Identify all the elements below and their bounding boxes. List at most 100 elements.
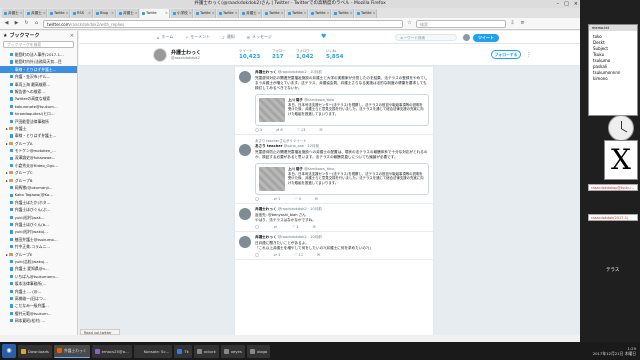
quoted-tweet[interactable]: 上川 陽子 @Kamikawa_Yoko 本日、日本司法支援センター(法テラス)を…	[255, 163, 429, 195]
taskbar-item[interactable]: 弁護士わっく	[53, 344, 90, 358]
bookmark-star-icon[interactable]: ☆	[406, 20, 413, 27]
follow-button[interactable]: フォローする	[491, 50, 521, 59]
taskbar-item[interactable]: xclock	[193, 344, 219, 358]
stat-likes[interactable]: いいね 5,854	[326, 48, 343, 60]
bookmark-item[interactable]: 高橋雄一(旧はつ…	[0, 295, 77, 302]
stat-followers[interactable]: フォロワー 1,042	[296, 48, 313, 60]
close-tab-icon[interactable]: ×	[258, 9, 261, 18]
taskbar-item[interactable]: Konsole: Sc…	[133, 344, 173, 358]
taskbar-item[interactable]: Tk	[174, 344, 192, 358]
bookmark-item[interactable]: 植田弁護士@tsukumo…	[0, 236, 77, 243]
browser-tab[interactable]: Twitte ×	[286, 8, 308, 18]
browser-search-input[interactable]: 検索	[416, 19, 506, 28]
taskbar-item[interactable]: emacs25@a…	[91, 344, 132, 358]
sidebar-title[interactable]: ブックマーク	[9, 32, 39, 39]
retweet-button[interactable]: ⇄ 3	[274, 253, 280, 257]
bookmark-item[interactable]: 竹中正美-コラムニ…	[0, 243, 77, 250]
bookmark-folder[interactable]: ▸ 弁護士	[0, 125, 77, 132]
twitter-bird-icon[interactable]: ♥	[321, 34, 329, 40]
bookmark-item[interactable]: yuki(松村)wakuj…	[0, 228, 77, 235]
close-tab-icon[interactable]: ×	[350, 9, 353, 18]
maximize-button[interactable]: □	[564, 1, 569, 7]
bookmark-item[interactable]: 車線・とりはず弁護士…	[0, 65, 77, 74]
browser-tab[interactable]: 弁護士 ×	[240, 8, 262, 18]
bookmark-item[interactable]: 弁護士ほびぐん(b…	[0, 221, 77, 228]
bookmark-item[interactable]: 櫻井元範@tsukum…	[0, 310, 77, 317]
close-tab-icon[interactable]: ×	[111, 9, 115, 18]
nav-home[interactable]: ⌂ ホーム	[157, 34, 173, 40]
browser-tab[interactable]: Twitte ×	[217, 8, 239, 18]
more-options-icon[interactable]: ⋮	[526, 52, 531, 58]
bookmark-item[interactable]: Twitterの高度な検索	[0, 95, 77, 102]
tweet-author-name[interactable]: あさり teacher	[255, 144, 283, 148]
home-icon[interactable]: ⌂	[33, 20, 40, 27]
tweet[interactable]: 弁護士わっく @raackdokdok2 · 10月前 返信先: @benyosh…	[235, 204, 433, 232]
profile-name[interactable]: 弁護士わっく	[171, 49, 201, 56]
system-clock[interactable]: 1:29 2017年12月21日 木曜日	[593, 346, 640, 356]
close-tab-icon[interactable]: ×	[327, 9, 330, 18]
browser-tab[interactable]: 小学校 ×	[171, 8, 193, 18]
bookmark-item[interactable]: モトケン@motoken_…	[0, 147, 77, 154]
close-tab-icon[interactable]: ×	[373, 9, 376, 18]
close-tab-icon[interactable]: ×	[304, 9, 307, 18]
profile-avatar[interactable]	[153, 48, 167, 62]
close-tab-icon[interactable]: ×	[43, 9, 46, 18]
tweet[interactable]: 弁護士わっく @raackdokdok2 · 10月前 日弁連に聞きたいことがある…	[235, 232, 433, 260]
url-bar[interactable]: twitter.com/raackdokdok2/with_replies	[43, 19, 403, 28]
twitter-search-input[interactable]: キーワード検索	[395, 34, 457, 41]
bookmark-folder[interactable]: ▸ グループE	[0, 251, 77, 258]
dm-icon[interactable]: ✉	[313, 225, 316, 229]
browser-tab[interactable]: Twitte ×	[263, 8, 285, 18]
memo-window[interactable]: memo.txt toko Deskt Subject Tsuku tsukumo pas…	[588, 24, 638, 116]
avatar[interactable]	[239, 71, 251, 83]
close-tab-icon[interactable]: ×	[281, 9, 284, 18]
tweet-author-name[interactable]: 弁護士わっく	[255, 207, 277, 211]
close-tab-icon[interactable]: ×	[165, 9, 169, 18]
start-menu-button[interactable]: ◉	[2, 344, 16, 358]
bookmark-search-input[interactable]: ブックマークを検索	[3, 41, 74, 48]
bookmark-item[interactable]: 岡馬猪(@okumanji…	[0, 184, 77, 191]
bookmark-item[interactable]: 弁護士 愛知県@n…	[0, 265, 77, 272]
bookmark-item[interactable]: hiroedaquitesi(ヒロ…	[0, 110, 77, 117]
browser-tab[interactable]: RSS ×	[71, 8, 93, 18]
downloads-icon[interactable]: ⇩	[509, 20, 516, 27]
expand-triangle-icon[interactable]: ▸	[6, 169, 8, 176]
bookmark-item[interactable]: 戸田能登法律事務所	[0, 118, 77, 125]
menu-icon[interactable]: ≡	[519, 20, 526, 27]
bookmark-folder[interactable]: ▸ グループA	[0, 140, 77, 147]
browser-tab[interactable]: 弁護士 ×	[117, 8, 139, 18]
reply-button[interactable]: ◯	[255, 253, 260, 257]
close-icon[interactable]: ×	[70, 33, 74, 39]
bookmark-item[interactable]: 弁護士 … (@…	[0, 288, 77, 295]
browser-tab[interactable]: Twitte ×	[194, 8, 216, 18]
bookmark-item[interactable]: 深澤諭史@fukazawa…	[0, 154, 77, 161]
expand-triangle-icon[interactable]: ▸	[6, 251, 8, 258]
bookmark-item[interactable]: Kako Tagawa(@Ka…	[0, 191, 77, 198]
tweet-author-name[interactable]: 弁護士わっく	[255, 70, 277, 74]
browser-tab[interactable]: Twitte ×	[48, 8, 70, 18]
taskbar-item[interactable]: xeyes	[220, 344, 245, 358]
bookmark-item[interactable]: 能登町の法人事件(2017-1…	[0, 51, 77, 58]
taskbar-item[interactable]: Downloads	[18, 344, 52, 358]
bookmark-item[interactable]: yuki(松村)wak…	[0, 214, 77, 221]
browser-tab[interactable]: Twitte ×	[309, 8, 331, 18]
reply-button[interactable]: ◯ 2	[255, 128, 262, 132]
avatar[interactable]	[239, 236, 251, 248]
quoted-tweet-image[interactable]	[259, 98, 285, 122]
bookmark-item[interactable]: 弁護士ほたか(ホタ…	[0, 199, 77, 206]
browser-tab[interactable]: 弁護士 ×	[2, 8, 24, 18]
bookmark-item[interactable]: 岡本寛昭(松村) …	[0, 317, 77, 324]
close-tab-icon[interactable]: ×	[235, 9, 238, 18]
bookmark-item[interactable]: 弁護士ほびぐん(ぷ…	[0, 206, 77, 213]
close-tab-icon[interactable]: ×	[212, 9, 215, 18]
bookmark-item[interactable]: 坂本法律事務所(…	[0, 280, 77, 287]
close-tab-icon[interactable]: ×	[66, 9, 69, 18]
expand-triangle-icon[interactable]: ▸	[6, 177, 8, 184]
like-button[interactable]: ♡ 1	[292, 225, 299, 229]
close-tab-icon[interactable]: ×	[20, 9, 23, 18]
bookmark-item[interactable]: 車両上海 最高検察…	[0, 81, 77, 88]
dm-icon[interactable]: ✉	[317, 253, 320, 257]
reply-button[interactable]: ◯	[255, 225, 260, 229]
like-button[interactable]: ♡ 4	[294, 197, 301, 201]
bookmark-item[interactable]: kakuronote@tsukum…	[0, 103, 77, 110]
